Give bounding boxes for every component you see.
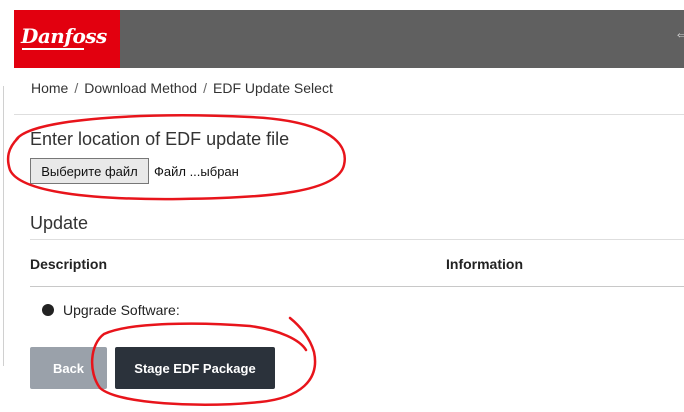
arrow-icon[interactable]: ⇔ <box>674 26 684 44</box>
divider <box>30 239 684 240</box>
file-status-text: Файл ...ыбран <box>154 164 239 179</box>
back-button[interactable]: Back <box>30 347 107 389</box>
breadcrumb: Home / Download Method / EDF Update Select <box>31 80 333 96</box>
radio-bullet-icon[interactable] <box>42 304 54 316</box>
logo-text: Danfoss <box>21 24 107 48</box>
logo-underline <box>22 48 84 50</box>
table-header-divider <box>30 286 684 287</box>
choose-file-button[interactable]: Выберите файл <box>30 158 149 184</box>
window-left-edge <box>0 0 14 412</box>
file-section-heading: Enter location of EDF update file <box>30 129 290 149</box>
breadcrumb-separator: / <box>74 80 79 96</box>
edge-line <box>3 86 4 366</box>
column-header-description: Description <box>30 256 108 272</box>
breadcrumb-current: EDF Update Select <box>213 80 333 96</box>
stage-edf-package-button[interactable]: Stage EDF Package <box>115 347 275 389</box>
divider <box>14 114 684 115</box>
breadcrumb-home[interactable]: Home <box>31 80 68 96</box>
row-description: Upgrade Software: <box>63 302 180 318</box>
update-section-title: Update <box>30 213 89 233</box>
breadcrumb-download-method[interactable]: Download Method <box>84 80 197 96</box>
column-header-information: Information <box>446 256 523 272</box>
breadcrumb-separator: / <box>203 80 207 96</box>
